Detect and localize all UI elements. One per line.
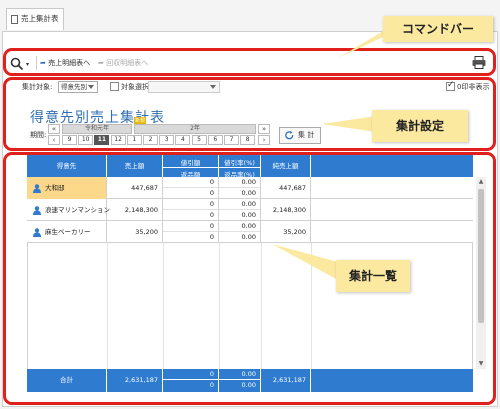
- tab-sales-summary[interactable]: 売上集計表: [6, 8, 64, 30]
- command-bar-callout: コマンドバー: [383, 16, 493, 42]
- callout-tail: [272, 244, 338, 280]
- command-bar-highlight: [3, 48, 496, 76]
- app-frame: 売上集計表 ▾ ➦ 売上明細表へ ➦ 回収明細表へ ▾ 集計対象: 得意先別 対…: [0, 0, 500, 409]
- list-highlight: [3, 152, 496, 405]
- callout-tail: [322, 116, 376, 132]
- list-callout: 集計一覧: [336, 260, 410, 292]
- tab-label: 売上集計表: [21, 14, 59, 23]
- document-icon: [11, 15, 18, 24]
- settings-callout: 集計設定: [372, 110, 468, 142]
